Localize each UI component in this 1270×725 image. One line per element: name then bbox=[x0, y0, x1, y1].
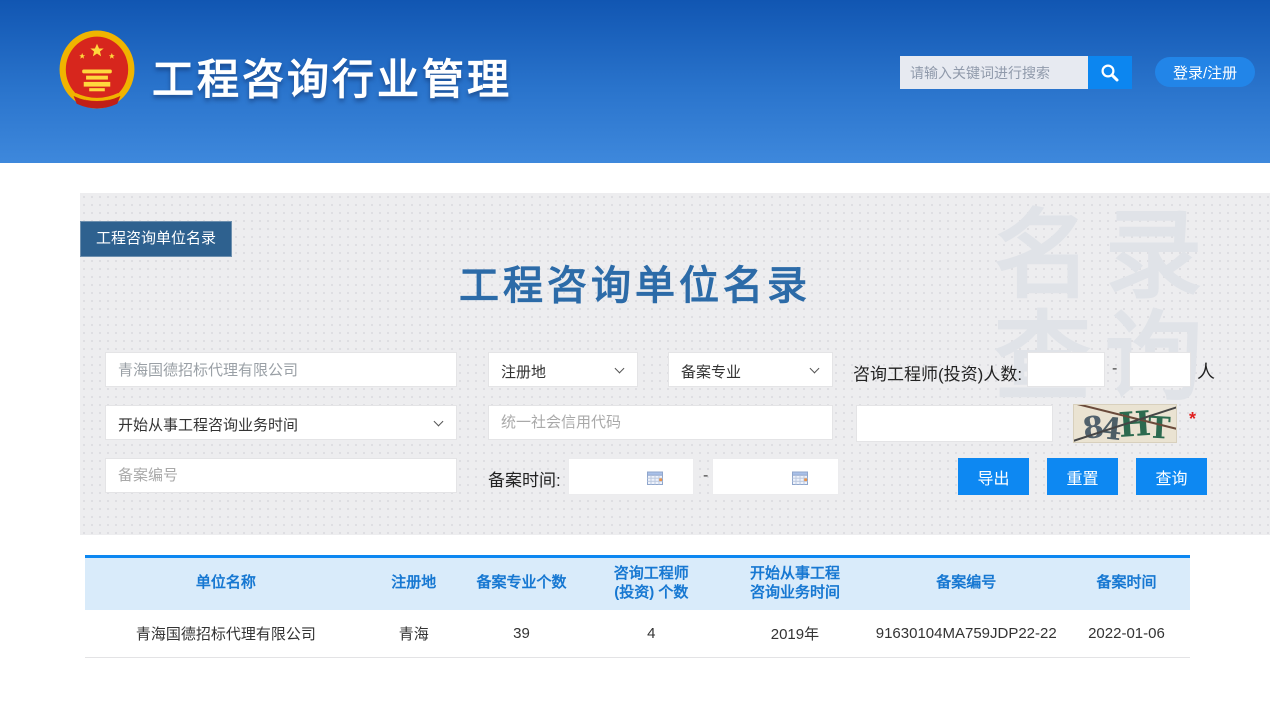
registration-place-value: 注册地 bbox=[501, 364, 546, 381]
record-time-start-input[interactable] bbox=[568, 458, 694, 495]
engineer-count-unit: 人 bbox=[1197, 358, 1215, 384]
chevron-down-icon bbox=[434, 417, 444, 427]
engineer-count-min-input[interactable] bbox=[1027, 352, 1105, 387]
engineer-count-label: 咨询工程师(投资)人数: bbox=[853, 360, 1022, 385]
table-header-cell: 备案专业个数 bbox=[461, 558, 583, 610]
table-header-cell: 备案编号 bbox=[870, 558, 1063, 610]
national-emblem-logo bbox=[58, 30, 136, 112]
credit-code-input[interactable] bbox=[488, 405, 833, 440]
table-header-cell: 单位名称 bbox=[85, 558, 367, 610]
header-search-input[interactable] bbox=[900, 56, 1088, 89]
site-header: 工程咨询行业管理 登录/注册 bbox=[0, 0, 1270, 163]
query-button[interactable]: 查询 bbox=[1136, 458, 1207, 495]
page-title: 工程咨询单位名录 bbox=[80, 261, 1190, 311]
table-cell: 2022-01-06 bbox=[1063, 610, 1190, 658]
login-register-button[interactable]: 登录/注册 bbox=[1155, 57, 1255, 87]
captcha-image[interactable]: 84HT bbox=[1073, 404, 1177, 443]
range-separator: - bbox=[1112, 360, 1117, 378]
record-specialty-value: 备案专业 bbox=[681, 364, 741, 381]
page: 工程咨询行业管理 登录/注册 名录 查询 工程咨询单位名录 工程咨询单位名录 注… bbox=[0, 0, 1270, 658]
table-cell: 2019年 bbox=[720, 610, 869, 658]
record-number-input[interactable] bbox=[105, 458, 457, 493]
export-button[interactable]: 导出 bbox=[958, 458, 1029, 495]
results-table: 单位名称注册地备案专业个数咨询工程师 (投资) 个数开始从事工程 咨询业务时间备… bbox=[85, 555, 1190, 658]
table-body: 青海国德招标代理有限公司青海3942019年91630104MA759JDP22… bbox=[85, 610, 1190, 658]
engineer-count-max-input[interactable] bbox=[1129, 352, 1191, 387]
calendar-icon bbox=[647, 470, 663, 485]
table-header-cell: 注册地 bbox=[367, 558, 461, 610]
company-name-input[interactable] bbox=[105, 352, 457, 387]
query-form: 注册地 备案专业 咨询工程师(投资)人数: - 人 开始从事工程咨询业务时间 bbox=[105, 352, 1270, 495]
chevron-down-icon bbox=[615, 364, 625, 374]
form-row-1: 注册地 备案专业 咨询工程师(投资)人数: - 人 bbox=[105, 352, 1270, 387]
date-range-separator: - bbox=[703, 467, 708, 485]
captcha-required-mark: * bbox=[1189, 409, 1196, 430]
table-cell: 91630104MA759JDP22-22 bbox=[870, 610, 1063, 658]
query-panel: 名录 查询 工程咨询单位名录 工程咨询单位名录 注册地 备案专业 咨询工程师(投… bbox=[80, 193, 1270, 535]
captcha-input[interactable] bbox=[856, 405, 1053, 442]
site-title: 工程咨询行业管理 bbox=[152, 46, 512, 107]
start-business-time-value: 开始从事工程咨询业务时间 bbox=[118, 417, 298, 434]
table-cell: 4 bbox=[582, 610, 720, 658]
table-cell: 39 bbox=[461, 610, 583, 658]
record-time-label: 备案时间: bbox=[488, 466, 561, 491]
table-header-cell: 咨询工程师 (投资) 个数 bbox=[582, 558, 720, 610]
form-row-3: 备案时间: - bbox=[105, 458, 1270, 495]
table-cell: 青海 bbox=[367, 610, 461, 658]
record-specialty-select[interactable]: 备案专业 bbox=[668, 352, 833, 387]
search-icon bbox=[1100, 63, 1120, 83]
reset-button[interactable]: 重置 bbox=[1047, 458, 1118, 495]
record-time-end-input[interactable] bbox=[712, 458, 839, 495]
tab-unit-directory[interactable]: 工程咨询单位名录 bbox=[80, 221, 232, 257]
header-search-button[interactable] bbox=[1088, 56, 1132, 89]
chevron-down-icon bbox=[810, 364, 820, 374]
form-row-2: 开始从事工程咨询业务时间 84HT * bbox=[105, 405, 1270, 442]
start-business-time-select[interactable]: 开始从事工程咨询业务时间 bbox=[105, 405, 457, 440]
table-cell: 青海国德招标代理有限公司 bbox=[85, 610, 367, 658]
table-header-cell: 备案时间 bbox=[1063, 558, 1190, 610]
registration-place-select[interactable]: 注册地 bbox=[488, 352, 638, 387]
table-row[interactable]: 青海国德招标代理有限公司青海3942019年91630104MA759JDP22… bbox=[85, 610, 1190, 658]
calendar-icon bbox=[792, 470, 808, 485]
header-search bbox=[900, 56, 1132, 89]
table-header-row: 单位名称注册地备案专业个数咨询工程师 (投资) 个数开始从事工程 咨询业务时间备… bbox=[85, 558, 1190, 610]
table-header-cell: 开始从事工程 咨询业务时间 bbox=[720, 558, 869, 610]
